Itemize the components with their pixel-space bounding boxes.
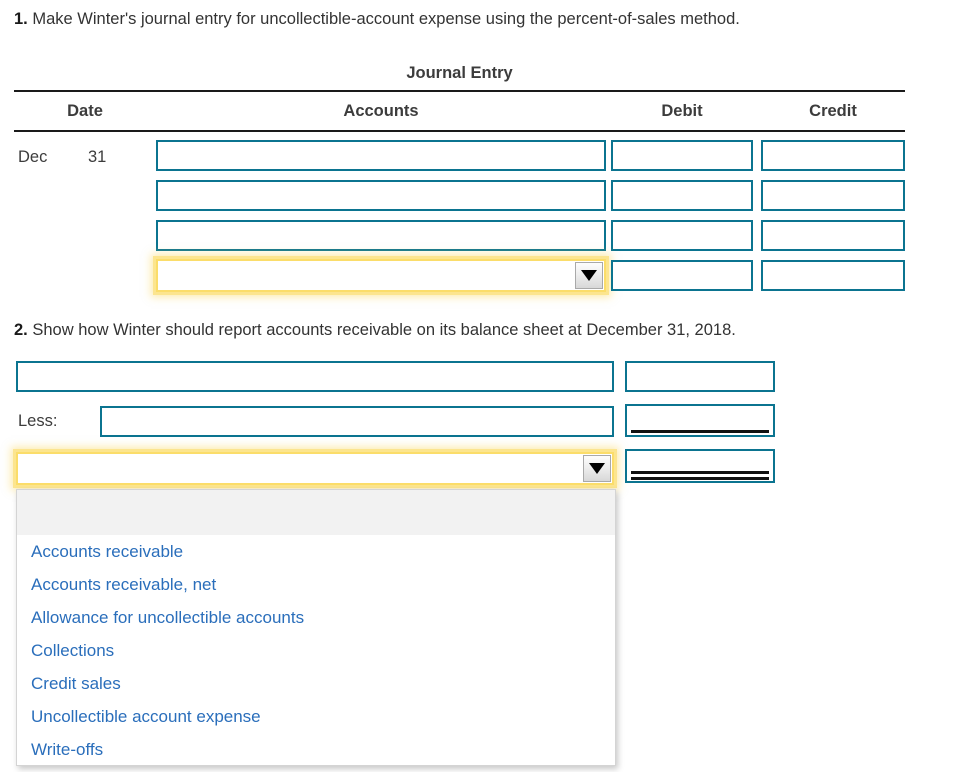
table-rule-top (14, 90, 905, 92)
question-1-text: Make Winter's journal entry for uncollec… (32, 10, 740, 28)
column-header-accounts: Accounts (343, 102, 419, 120)
question-2-number: 2. (14, 321, 28, 339)
journal-credit-input-row-3[interactable] (761, 220, 905, 251)
journal-debit-input-row-3[interactable] (611, 220, 753, 251)
journal-credit-input-row-1[interactable] (761, 140, 905, 171)
journal-accounts-input-row-1[interactable] (156, 140, 606, 171)
chevron-down-icon (581, 270, 597, 281)
column-header-date: Date (67, 102, 103, 120)
journal-debit-input-row-1[interactable] (611, 140, 753, 171)
journal-date-month: Dec (18, 148, 48, 166)
journal-date-day: 31 (88, 148, 107, 166)
dropdown-option-credit-sales[interactable]: Credit sales (17, 667, 615, 700)
dropdown-option-blank[interactable] (17, 490, 615, 535)
dropdown-option-uncollectible-account-expense[interactable]: Uncollectible account expense (17, 700, 615, 733)
single-underline-row-2 (631, 430, 769, 433)
balance-sheet-amount-input-row-3[interactable] (625, 449, 775, 483)
journal-accounts-input-row-3[interactable] (156, 220, 606, 251)
journal-debit-input-row-4[interactable] (611, 260, 753, 291)
journal-debit-input-row-2[interactable] (611, 180, 753, 211)
journal-entry-title: Journal Entry (406, 64, 513, 82)
table-rule-bottom (14, 130, 905, 132)
column-header-credit: Credit (809, 102, 857, 120)
balance-sheet-amount-input-row-1[interactable] (625, 361, 775, 392)
dropdown-option-write-offs[interactable]: Write-offs (17, 733, 615, 766)
balance-sheet-amount-input-row-2[interactable] (625, 404, 775, 437)
account-dropdown-list[interactable]: Accounts receivable Accounts receivable,… (16, 489, 616, 766)
journal-credit-input-row-2[interactable] (761, 180, 905, 211)
journal-accounts-select-arrow-button[interactable] (575, 262, 603, 289)
balance-sheet-account-input-row-1[interactable] (16, 361, 614, 392)
journal-accounts-input-row-2[interactable] (156, 180, 606, 211)
journal-credit-input-row-4[interactable] (761, 260, 905, 291)
balance-sheet-account-select-row-3[interactable] (16, 452, 614, 485)
balance-sheet-account-input-row-2[interactable] (100, 406, 614, 437)
balance-sheet-less-label: Less: (18, 412, 58, 430)
chevron-down-icon (589, 463, 605, 474)
balance-sheet-select-arrow-button[interactable] (583, 455, 611, 482)
question-1: 1. Make Winter's journal entry for uncol… (14, 9, 740, 29)
question-1-number: 1. (14, 10, 28, 28)
question-2-text: Show how Winter should report accounts r… (32, 321, 736, 339)
journal-accounts-select-row-4[interactable] (156, 259, 606, 292)
column-header-debit: Debit (661, 102, 703, 120)
double-underline-bottom-row-3 (631, 477, 769, 480)
dropdown-option-collections[interactable]: Collections (17, 634, 615, 667)
double-underline-top-row-3 (631, 471, 769, 474)
dropdown-option-accounts-receivable[interactable]: Accounts receivable (17, 535, 615, 568)
question-2: 2. Show how Winter should report account… (14, 320, 736, 340)
dropdown-option-allowance-for-uncollectible-accounts[interactable]: Allowance for uncollectible accounts (17, 601, 615, 634)
dropdown-option-accounts-receivable-net[interactable]: Accounts receivable, net (17, 568, 615, 601)
